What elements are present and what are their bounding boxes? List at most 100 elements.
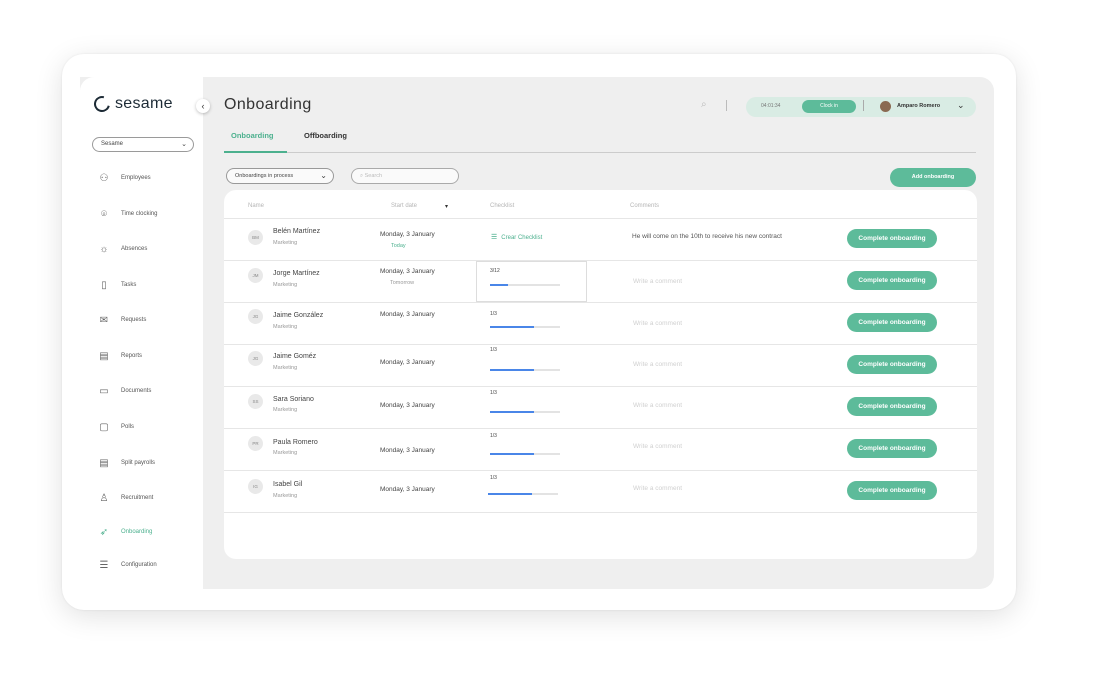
row-divider [224, 344, 977, 345]
status-filter-value: Onboardings in process [235, 173, 294, 179]
row-divider [224, 428, 977, 429]
sidebar-item-polls[interactable]: ▢ Polls [97, 419, 134, 435]
row-divider [224, 260, 977, 261]
checklist-progress-bar [490, 284, 560, 286]
employee-name[interactable]: Jaime González [273, 312, 323, 319]
start-date-note: Tomorrow [390, 280, 415, 286]
employee-name[interactable]: Jorge Martínez [273, 270, 320, 277]
checklist-progress-bar [488, 493, 558, 495]
folder-icon: ▭ [99, 385, 109, 397]
search-icon[interactable]: ⌕ [701, 99, 707, 110]
sidebar-item-tasks[interactable]: ▯ Tasks [97, 277, 136, 293]
sidebar-item-absences[interactable]: ☼ Absences [97, 241, 147, 257]
divider [863, 100, 864, 111]
start-date: Monday, 3 January [380, 486, 435, 493]
employee-name[interactable]: Jaime Goméz [273, 353, 316, 360]
sidebar-item-employees[interactable]: ⚇ Employees [97, 170, 151, 186]
avatar: PR [248, 436, 263, 451]
sidebar-item-onboarding[interactable]: ➶ Onboarding [97, 524, 153, 540]
tab-onboarding[interactable]: Onboarding [231, 131, 274, 140]
checklist-progress-bar [490, 369, 560, 371]
progress-fill [490, 326, 535, 328]
employee-name[interactable]: Belén Martínez [273, 228, 320, 235]
sidebar-item-split-payrolls[interactable]: ▤ Split payrolls [97, 455, 155, 471]
location-pin-icon: ⌾ [101, 208, 107, 220]
row-divider [224, 302, 977, 303]
sidebar-item-time-clocking[interactable]: ⌾ Time clocking [97, 206, 157, 222]
sesame-logo[interactable]: sesame [91, 93, 173, 115]
status-filter-select[interactable]: Onboardings in process ⌄ [226, 168, 334, 184]
checklist-count[interactable]: 3/12 [490, 268, 500, 274]
comment-input[interactable]: Write a comment [633, 485, 682, 492]
employee-name[interactable]: Paula Romero [273, 439, 318, 446]
create-checklist-link[interactable]: ☰ Crear Checklist [491, 233, 542, 241]
checklist-count[interactable]: 1/3 [490, 311, 497, 317]
chevron-down-icon: ⌄ [320, 171, 327, 180]
divider [726, 100, 727, 111]
sidebar-item-requests[interactable]: ✉ Requests [97, 312, 147, 328]
employee-department: Marketing [273, 282, 298, 288]
row-divider [224, 386, 977, 387]
checklist-count[interactable]: 1/3 [490, 347, 497, 353]
search-placeholder: Search [364, 173, 383, 179]
avatar: SS [248, 394, 263, 409]
start-date: Monday, 3 January [380, 311, 435, 318]
comment-input[interactable]: Write a comment [633, 320, 682, 327]
clock-widget [746, 97, 976, 117]
avatar: JG [248, 351, 263, 366]
people-icon: ⚇ [99, 172, 109, 184]
column-header-checklist[interactable]: Checklist [490, 203, 514, 209]
company-select[interactable]: Sesame ⌄ [92, 137, 194, 152]
checklist-count[interactable]: 1/3 [490, 475, 497, 481]
complete-onboarding-button[interactable]: Complete onboarding [847, 271, 937, 290]
column-header-comments[interactable]: Comments [630, 203, 659, 209]
checklist-progress-bar [490, 453, 560, 455]
complete-onboarding-button[interactable]: Complete onboarding [847, 439, 937, 458]
complete-onboarding-button[interactable]: Complete onboarding [847, 355, 937, 374]
sidebar-item-documents[interactable]: ▭ Documents [97, 383, 151, 399]
user-avatar[interactable] [880, 101, 891, 112]
comment-input[interactable]: Write a comment [633, 361, 682, 368]
checklist-count[interactable]: 1/3 [490, 390, 497, 396]
clock-in-button[interactable]: Clock in [802, 100, 856, 113]
sidebar-item-configuration[interactable]: ☰ Configuration [97, 557, 157, 573]
clock-timer: 04:01:34 [761, 103, 781, 109]
collapse-sidebar-button[interactable]: ‹ [196, 99, 210, 113]
active-tab-indicator [224, 151, 287, 153]
progress-fill [488, 493, 533, 495]
envelope-icon: ✉ [99, 314, 109, 326]
sun-icon: ☼ [99, 243, 109, 255]
sidebar-item-recruitment[interactable]: ♙ Recruitment [97, 490, 154, 506]
comment-text[interactable]: He will come on the 10th to receive his … [632, 233, 782, 240]
avatar: BM [248, 230, 263, 245]
avatar: JG [248, 309, 263, 324]
complete-onboarding-button[interactable]: Complete onboarding [847, 229, 937, 248]
checklist-count[interactable]: 1/3 [490, 433, 497, 439]
start-date: Monday, 3 January [380, 402, 435, 409]
comment-input[interactable]: Write a comment [633, 278, 682, 285]
add-onboarding-button[interactable]: Add onboarding [890, 168, 976, 187]
search-input[interactable]: ⌕ Search [351, 168, 459, 184]
start-date-note: Today [391, 243, 406, 249]
column-header-name[interactable]: Name [248, 203, 264, 209]
chevron-down-icon[interactable]: ⌄ [957, 100, 965, 111]
complete-onboarding-button[interactable]: Complete onboarding [847, 313, 937, 332]
row-divider [224, 470, 977, 471]
employee-name[interactable]: Sara Soriano [273, 396, 314, 403]
sidebar-item-reports[interactable]: ▤ Reports [97, 348, 142, 364]
sort-down-icon[interactable]: ▾ [445, 203, 448, 210]
comment-input[interactable]: Write a comment [633, 402, 682, 409]
column-header-start-date[interactable]: Start date [391, 203, 417, 209]
row-divider [224, 218, 977, 219]
complete-onboarding-button[interactable]: Complete onboarding [847, 397, 937, 416]
tab-offboarding[interactable]: Offboarding [304, 131, 347, 140]
user-name[interactable]: Amparo Romero [897, 103, 940, 109]
sesame-logo-icon [91, 93, 113, 115]
recruitment-icon: ♙ [99, 492, 109, 504]
comment-input[interactable]: Write a comment [633, 443, 682, 450]
sidebar [80, 77, 203, 589]
report-icon: ▤ [99, 350, 109, 362]
employee-name[interactable]: Isabel Gil [273, 481, 302, 488]
complete-onboarding-button[interactable]: Complete onboarding [847, 481, 937, 500]
list-icon: ☰ [491, 234, 498, 241]
